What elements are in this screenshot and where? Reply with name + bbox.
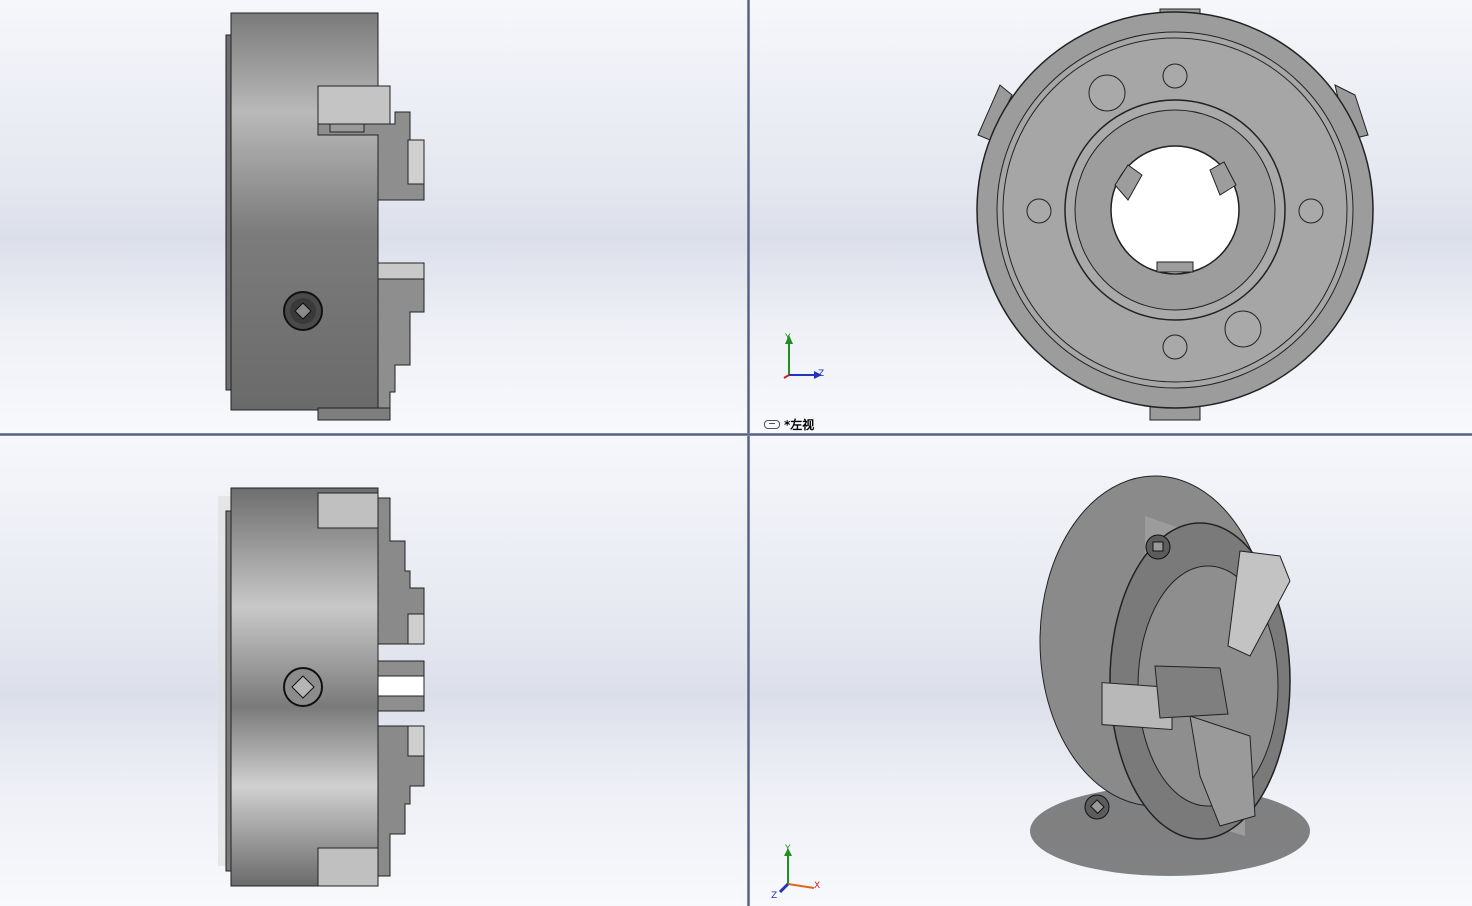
link-icon bbox=[764, 420, 780, 429]
chuck-face-model bbox=[976, 8, 1374, 421]
viewport-divider-horizontal[interactable] bbox=[0, 433, 1472, 436]
viewport-isometric[interactable]: Y X Z bbox=[750, 436, 1472, 906]
triad-z-label: Z bbox=[818, 369, 825, 379]
viewport-divider-vertical[interactable] bbox=[747, 0, 750, 906]
triad-iso-x-label: X bbox=[814, 881, 821, 891]
coordinate-triad-iso bbox=[778, 848, 815, 894]
chuck-isometric-model bbox=[1030, 475, 1310, 876]
triad-y-label: Y bbox=[785, 333, 791, 343]
chuck-top-model bbox=[218, 487, 425, 887]
triad-iso-y-label: Y bbox=[785, 844, 791, 854]
triad-iso-z-label: Z bbox=[771, 891, 778, 901]
view-name-label: *左视 bbox=[764, 416, 814, 433]
chuck-side-model bbox=[225, 12, 425, 421]
viewport-top[interactable] bbox=[0, 436, 747, 906]
x-axis-line bbox=[783, 374, 790, 379]
viewport-front[interactable] bbox=[0, 0, 747, 433]
view-name-text: *左视 bbox=[784, 418, 815, 432]
viewport-left[interactable]: Y Z *左视 bbox=[750, 0, 1472, 433]
